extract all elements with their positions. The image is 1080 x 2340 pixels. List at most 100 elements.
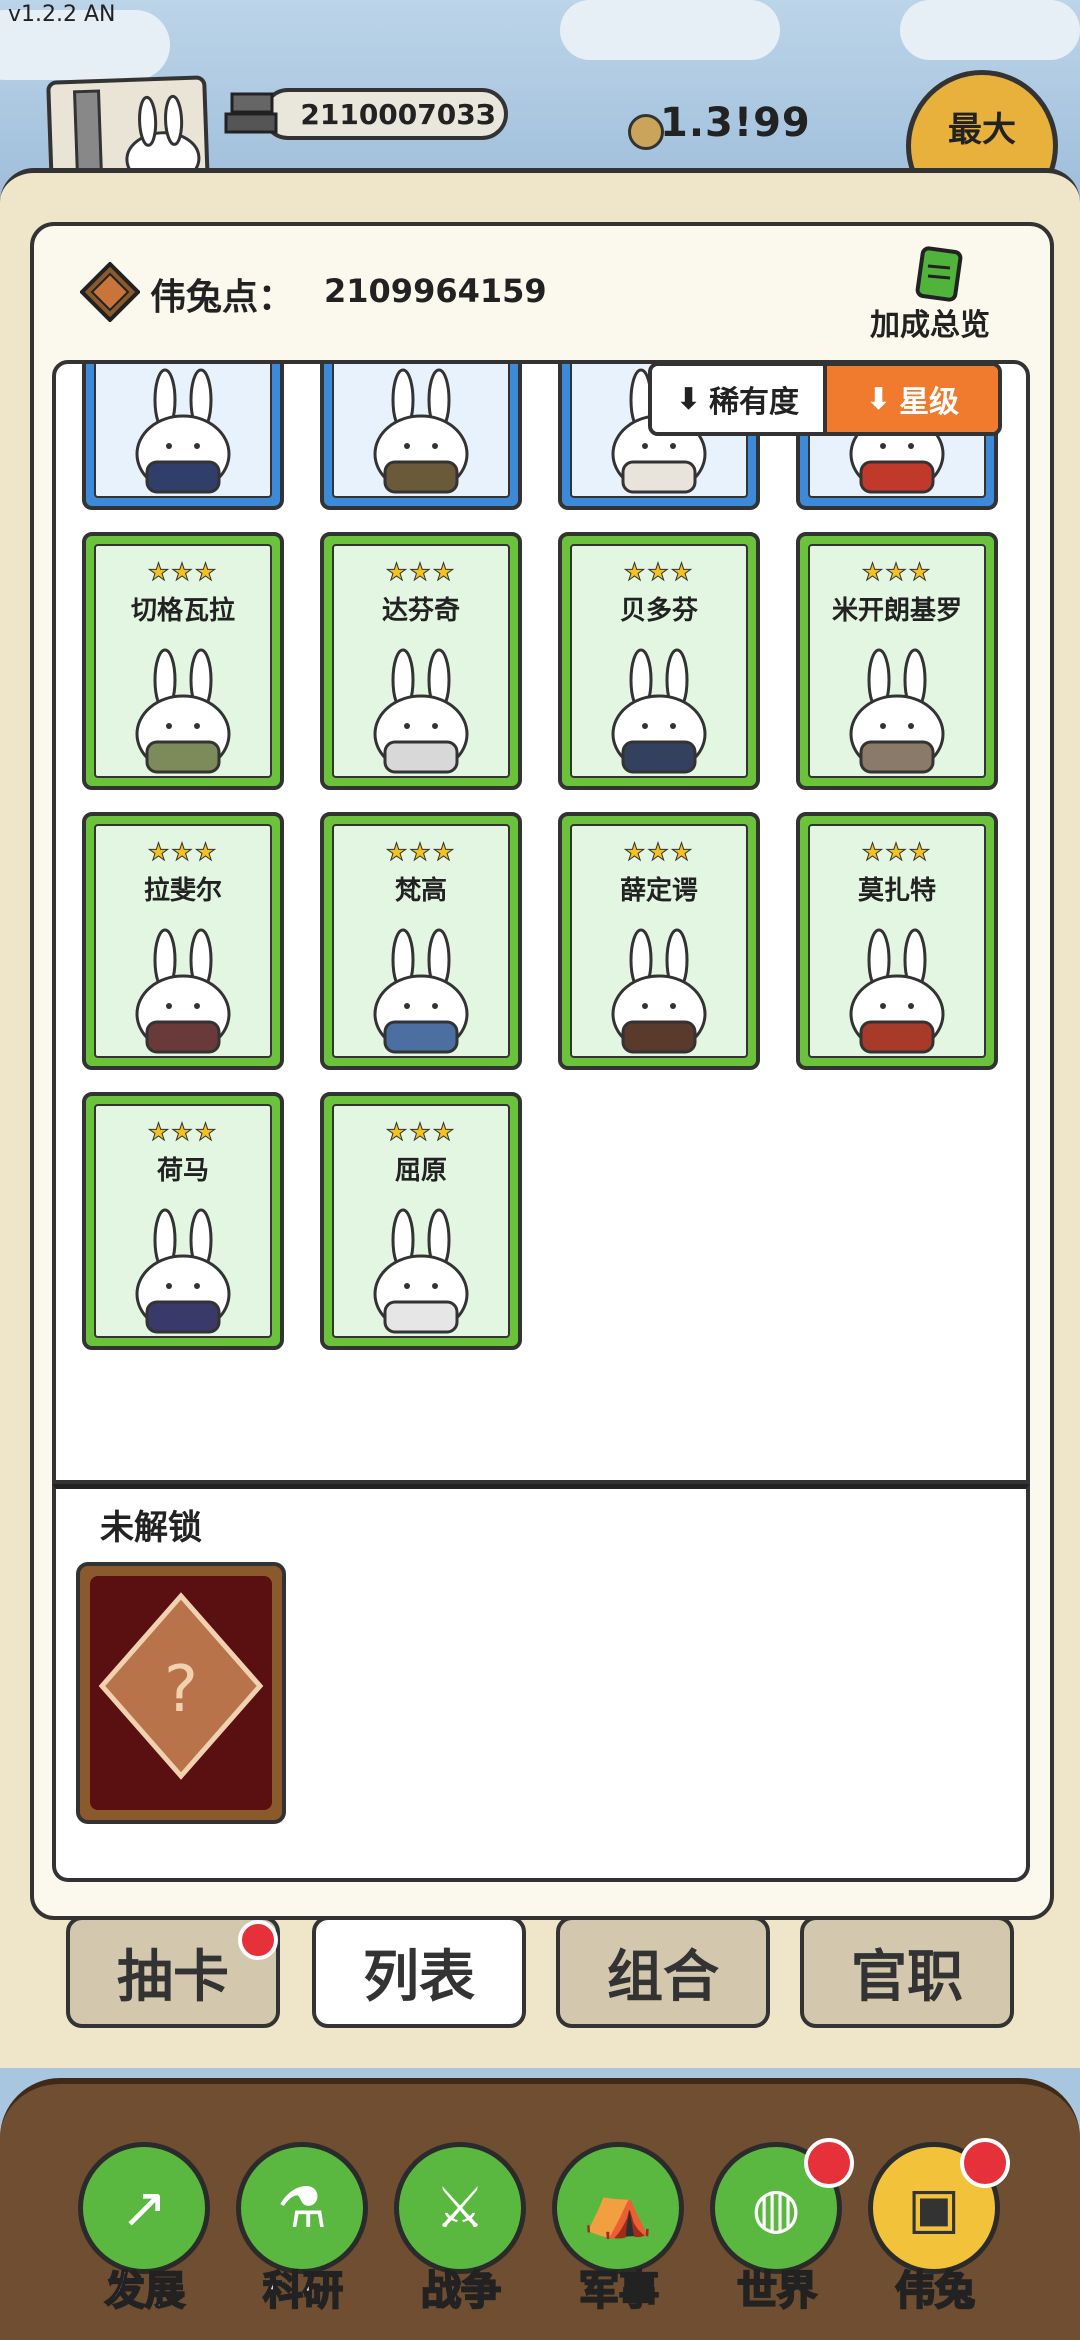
cloud [900, 0, 1080, 60]
card-face: ★★★ 达芬奇 [332, 544, 510, 778]
card-name: 切格瓦拉 [130, 596, 235, 626]
stone-resource-value: 211000703З [300, 97, 496, 131]
bunny-character-icon [373, 1208, 469, 1334]
card-name: 梵高 [394, 876, 447, 906]
character-card[interactable]: ★★★★诺贝尔 [82, 364, 284, 510]
card-name: 屈原 [394, 1156, 447, 1186]
bunny-character-icon [135, 648, 231, 774]
card-stars: ★★★ [385, 558, 457, 587]
locked-card[interactable]: ? [76, 1562, 286, 1824]
tab-combination[interactable]: 组合 [556, 1916, 770, 2028]
bunny-character-icon [849, 648, 945, 774]
crossed-swords-icon: ⚔ [434, 2175, 486, 2241]
bunny-character-icon [373, 368, 469, 494]
tent-icon: ⛺ [583, 2176, 653, 2241]
bunny-character-icon [849, 928, 945, 1054]
character-card[interactable]: ★★★ 梵高 [320, 812, 522, 1070]
arrow-up-icon: ↗ [120, 2175, 168, 2241]
sort-star-label: 星级 [899, 385, 960, 420]
flask-icon: ⚗ [276, 2175, 328, 2241]
rabbit-points-icon [79, 261, 141, 323]
cloud [560, 0, 780, 60]
card-face: ★★★ 米开朗基罗 [808, 544, 986, 778]
character-card[interactable]: ★★★ 达芬奇 [320, 532, 522, 790]
card-face: ★★★ 荷马 [94, 1104, 272, 1338]
card-face: ★★★ 屈原 [332, 1104, 510, 1338]
card-face: ★★★ 薛定谔 [570, 824, 748, 1058]
character-card[interactable]: ★★★ 贝多芬 [558, 532, 760, 790]
character-card[interactable]: ★★★ 切格瓦拉 [82, 532, 284, 790]
card-stars: ★★★ [147, 838, 219, 867]
card-name: 米开朗基罗 [831, 596, 962, 626]
stone-bricks-icon [222, 88, 280, 138]
arrow-down-icon: ⬇ [865, 381, 892, 417]
bunny-character-icon [373, 648, 469, 774]
locked-section-title: 未解锁 [100, 1508, 202, 1548]
card-name: 薛定谔 [619, 876, 698, 906]
tab-list[interactable]: 列表 [312, 1916, 526, 2028]
card-stars: ★★★ [623, 558, 695, 587]
bonus-list-icon[interactable] [914, 246, 964, 304]
character-card[interactable]: ★★★ 薛定谔 [558, 812, 760, 1070]
arrow-down-icon: ⬇ [675, 381, 702, 417]
sort-rarity-label: 稀有度 [709, 385, 800, 420]
globe-icon: ◍ [751, 2175, 801, 2241]
card-face: ★★★ 莫扎特 [808, 824, 986, 1058]
card-name: 达芬奇 [381, 596, 460, 626]
nav-research[interactable]: ⚗ 科研 [228, 2142, 378, 2315]
notification-badge [804, 2138, 854, 2188]
character-card[interactable]: ★★★ 莫扎特 [796, 812, 998, 1070]
card-face: ★★★ 贝多芬 [570, 544, 748, 778]
sort-by-rarity-button[interactable]: ⬇ 稀有度 [652, 366, 823, 432]
rabbit-points-label: 伟兔点： [150, 277, 295, 318]
notification-badge [238, 1920, 278, 1960]
card-face: ★★★ 梵高 [332, 824, 510, 1058]
card-face: ★★★ 拉斐尔 [94, 824, 272, 1058]
character-card[interactable]: ★★★ 荷马 [82, 1092, 284, 1350]
card-stars: ★★★ [147, 1118, 219, 1147]
card-stars: ★★★ [147, 558, 219, 587]
tab-official-post[interactable]: 官职 [800, 1916, 1014, 2028]
sort-controls: ⬇ 稀有度 ⬇ 星级 [648, 362, 1002, 436]
card-name: 莫扎特 [857, 876, 936, 906]
nav-label: 战争 [420, 2267, 502, 2315]
nav-war[interactable]: ⚔ 战争 [386, 2142, 536, 2315]
card-list[interactable]: ★★★★诺贝尔★★★★图灵★★★★★★★★★★★切格瓦拉★★★达芬奇★★★贝多芬… [52, 360, 1030, 1484]
card-face: ★★★★图灵 [332, 364, 510, 498]
nav-label: 发展 [104, 2267, 186, 2315]
bunny-character-icon [135, 1208, 231, 1334]
card-stars: ★★★ [623, 838, 695, 867]
coin-icon [628, 114, 664, 150]
card-stars: ★★★ [861, 838, 933, 867]
locked-question-icon: ? [98, 1592, 264, 1780]
bunny-character-icon [373, 928, 469, 1054]
card-name: 拉斐尔 [143, 876, 222, 906]
card-face: ★★★ 切格瓦拉 [94, 544, 272, 778]
nav-label: 军事 [578, 2267, 660, 2315]
card-stars: ★★★ [385, 1118, 457, 1147]
rabbit-points-value: 2109964159 [324, 272, 547, 310]
bunny-character-icon [135, 368, 231, 494]
rabbit-portrait-icon: ▣ [907, 2175, 961, 2241]
nav-label: 伟兔 [894, 2267, 976, 2315]
bunny-character-icon [611, 648, 707, 774]
card-stars: ★★★ [385, 838, 457, 867]
nav-label: 世界 [736, 2267, 818, 2315]
nav-develop[interactable]: ↗ 发展 [70, 2142, 220, 2315]
character-card[interactable]: ★★★ 米开朗基罗 [796, 532, 998, 790]
character-card[interactable]: ★★★ 屈原 [320, 1092, 522, 1350]
bunny-character-icon [611, 928, 707, 1054]
stone-resource-counter: 211000703З [262, 88, 508, 140]
bunny-character-icon [135, 928, 231, 1054]
character-card[interactable]: ★★★★图灵 [320, 364, 522, 510]
card-name: 贝多芬 [619, 596, 698, 626]
character-card[interactable]: ★★★ 拉斐尔 [82, 812, 284, 1070]
card-stars: ★★★ [861, 558, 933, 587]
card-name: 荷马 [156, 1156, 209, 1186]
nav-label: 科研 [262, 2267, 344, 2315]
coin-value: 1.3!99 [660, 100, 811, 146]
sort-by-star-button[interactable]: ⬇ 星级 [823, 366, 998, 432]
bonus-overview-button[interactable]: 加成总览 [870, 300, 990, 344]
nav-military[interactable]: ⛺ 军事 [544, 2142, 694, 2315]
version-label: v1.2.2 AN [8, 2, 116, 27]
